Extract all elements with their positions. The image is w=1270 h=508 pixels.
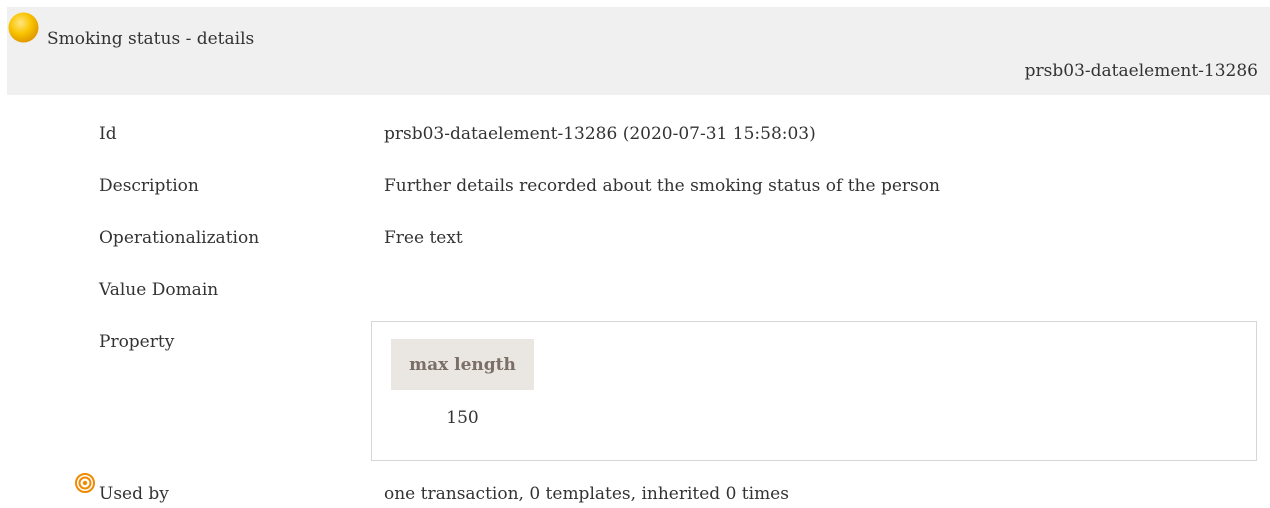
- details-header: Smoking status - details prsb03-dataelem…: [7, 7, 1270, 95]
- value-domain-label: Value Domain: [99, 280, 219, 300]
- used-by-label: Used by: [99, 484, 169, 504]
- page-title: Smoking status - details: [47, 29, 255, 49]
- property-table: max length 150: [371, 321, 1257, 461]
- property-value-max-length: 150: [446, 408, 479, 428]
- element-id: prsb03-dataelement-13286: [1024, 61, 1258, 81]
- id-label: Id: [99, 124, 117, 144]
- description-value: Further details recorded about the smoki…: [384, 176, 940, 196]
- operationalization-value: Free text: [384, 228, 463, 248]
- id-value: prsb03-dataelement-13286 (2020-07-31 15:…: [384, 124, 816, 144]
- used-by-value: one transaction, 0 templates, inherited …: [384, 484, 789, 504]
- target-icon[interactable]: [75, 473, 95, 493]
- description-label: Description: [99, 176, 199, 196]
- operationalization-label: Operationalization: [99, 228, 260, 248]
- property-label: Property: [99, 332, 175, 352]
- yellow-circle-icon: [8, 12, 39, 43]
- property-header-max-length: max length: [391, 339, 534, 390]
